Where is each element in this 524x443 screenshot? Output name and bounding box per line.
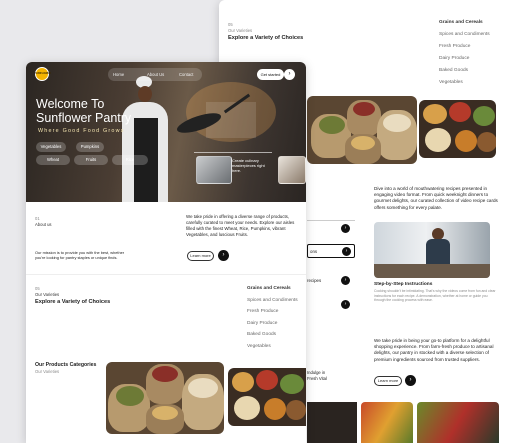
arrow-button[interactable]: › bbox=[342, 247, 351, 256]
products-title: Our Products Categories bbox=[35, 362, 97, 368]
about-section: 01 About us Our mission is to provide yo… bbox=[26, 202, 306, 268]
category-item[interactable]: Baked Goods bbox=[439, 68, 490, 80]
varieties-title: Explore a Variety of Choices bbox=[35, 299, 111, 305]
category-item[interactable]: Spices and Condiments bbox=[247, 298, 298, 310]
produce-photo bbox=[361, 402, 413, 443]
about-mission: Our mission is to provide you with the b… bbox=[35, 250, 125, 261]
step-text: Cooking shouldn't be intimidating. That'… bbox=[374, 289, 496, 303]
category-list: Grains and Cereals Spices and Condiments… bbox=[247, 286, 298, 355]
chef-face bbox=[138, 86, 152, 102]
category-item[interactable]: Dairy Produce bbox=[439, 56, 490, 68]
nav-link-contact[interactable]: Contact bbox=[179, 72, 193, 77]
pill-fruits[interactable]: Fruits bbox=[74, 155, 108, 165]
category-item[interactable]: Fresh Produce bbox=[439, 44, 490, 56]
section-label: Our Varieties bbox=[228, 28, 253, 33]
recipes-intro: Dive into a world of mouthwatering recip… bbox=[374, 186, 498, 210]
dark-photo bbox=[307, 402, 357, 443]
section-tag: 05 bbox=[228, 22, 233, 27]
partial-text: Indulge in Fresh Vital bbox=[307, 370, 327, 381]
hero-subtitle: Where Good Food Grows bbox=[38, 128, 125, 134]
category-item[interactable]: Fresh Produce bbox=[247, 309, 298, 321]
arrow-button[interactable]: › bbox=[341, 224, 350, 233]
category-item[interactable]: Vegetables bbox=[247, 344, 298, 356]
product-spices-image bbox=[228, 368, 306, 426]
cooking-video-thumbnail[interactable] bbox=[374, 222, 490, 278]
platform-text: We take pride in being your go-to platfo… bbox=[374, 338, 494, 362]
get-started-button[interactable]: Get started bbox=[257, 69, 284, 80]
spice-bowls-image bbox=[419, 100, 496, 158]
nav-link-home[interactable]: Home bbox=[113, 72, 124, 77]
grain-sacks-image bbox=[307, 96, 417, 164]
kitchen-thumbnail[interactable] bbox=[196, 156, 232, 184]
category-list: Grains and Cereals Spices and Condiments… bbox=[439, 20, 490, 92]
varieties-label: Our Varieties bbox=[35, 292, 60, 297]
front-page: SUNFLOWER Home About Us Contact Get star… bbox=[26, 62, 306, 443]
category-item[interactable]: Baked Goods bbox=[247, 332, 298, 344]
learn-more-button[interactable]: Learn more bbox=[187, 251, 214, 261]
learn-more-button[interactable]: Learn more bbox=[374, 376, 402, 386]
food-thumbnail[interactable] bbox=[278, 156, 306, 184]
pill-wheat[interactable]: Wheat bbox=[36, 155, 70, 165]
about-tag: 01 bbox=[35, 216, 40, 221]
about-text: We take pride in offering a diverse rang… bbox=[186, 214, 295, 237]
category-item[interactable]: Grains and Cereals bbox=[247, 286, 298, 298]
pill-pumpkins[interactable]: Pumpkins bbox=[76, 142, 104, 152]
sunflower-logo[interactable]: SUNFLOWER bbox=[35, 67, 51, 81]
arrow-button[interactable]: › bbox=[218, 250, 229, 261]
pill-rice[interactable]: Rice bbox=[112, 155, 148, 165]
step-title: Step-by-Step Instructions bbox=[374, 282, 433, 287]
category-item[interactable]: Vegetables bbox=[439, 80, 490, 92]
category-item[interactable]: Grains and Cereals bbox=[439, 20, 490, 32]
hero-title-line1: Welcome To bbox=[36, 97, 105, 111]
section-title: Explore a Variety of Choices bbox=[228, 35, 304, 41]
list-item-label: recipes bbox=[307, 278, 322, 283]
hero-section: SUNFLOWER Home About Us Contact Get star… bbox=[26, 62, 306, 202]
pill-vegetables[interactable]: Vegetables bbox=[36, 142, 66, 152]
category-item[interactable]: Dairy Produce bbox=[247, 321, 298, 333]
nav-link-about[interactable]: About Us bbox=[147, 72, 164, 77]
product-sacks-image bbox=[106, 362, 224, 434]
category-item[interactable]: Spices and Condiments bbox=[439, 32, 490, 44]
arrow-button[interactable]: › bbox=[341, 276, 350, 285]
arrow-button[interactable]: › bbox=[405, 375, 416, 386]
list-item[interactable]: ons › bbox=[307, 244, 355, 258]
arrow-button[interactable]: › bbox=[341, 300, 350, 309]
arrow-right-icon[interactable]: › bbox=[284, 69, 295, 80]
market-photo bbox=[417, 402, 499, 443]
about-label: About us bbox=[35, 222, 52, 227]
hero-title-line2: Sunflower Pantry bbox=[36, 111, 132, 125]
hero-card-text: Create culinary masterpieces right here. bbox=[232, 158, 265, 174]
varieties-section: 05 Our Varieties Explore a Variety of Ch… bbox=[26, 276, 306, 356]
products-label: Our Varieties bbox=[35, 369, 60, 374]
varieties-tag: 05 bbox=[35, 286, 40, 291]
